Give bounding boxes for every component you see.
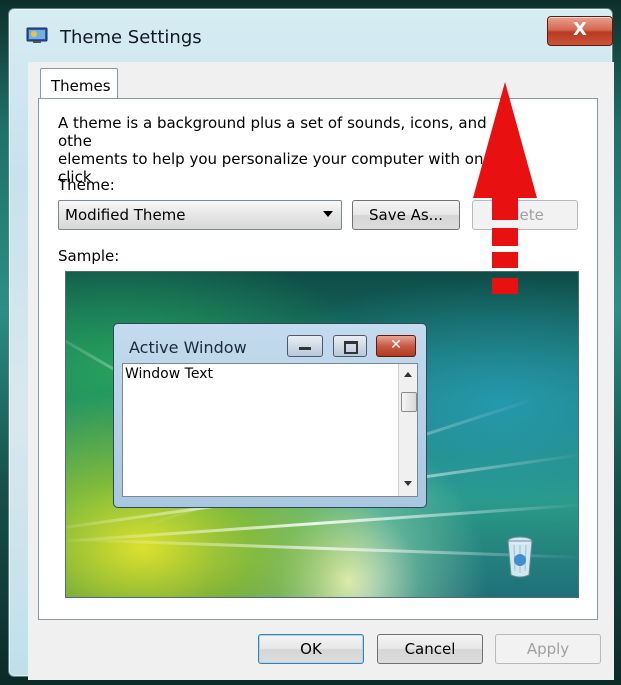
- recycle-bin-icon: [507, 536, 533, 578]
- title-bar[interactable]: Theme Settings X: [0, 0, 621, 52]
- tab-themes-label: Themes: [51, 77, 111, 95]
- annotation-arrow-up-icon: [473, 82, 537, 294]
- window-backdrop: Theme Settings X Themes A theme is a bac…: [0, 0, 621, 685]
- ok-button[interactable]: OK: [258, 634, 364, 664]
- tab-themes[interactable]: Themes: [40, 68, 118, 101]
- description-line-2: elements to help you personalize your co…: [58, 150, 493, 186]
- close-button[interactable]: X: [547, 16, 613, 46]
- theme-dropdown-value: Modified Theme: [65, 206, 186, 224]
- scroll-down-icon: [404, 481, 412, 486]
- maximize-icon: [333, 335, 367, 357]
- window-title: Theme Settings: [60, 27, 202, 48]
- sample-window-client: Window Text: [122, 363, 418, 497]
- wallpaper-streak: [66, 537, 578, 560]
- close-icon: ✕: [376, 335, 416, 357]
- sample-window-text: Window Text: [125, 366, 213, 382]
- description-line-1: A theme is a background plus a set of so…: [58, 114, 487, 150]
- apply-button[interactable]: Apply: [495, 634, 601, 664]
- save-as-button[interactable]: Save As...: [352, 200, 460, 230]
- theme-dropdown[interactable]: Modified Theme: [58, 200, 342, 230]
- minimize-icon: [287, 335, 323, 357]
- chevron-down-icon: [323, 211, 333, 217]
- close-icon: X: [573, 19, 587, 40]
- scrollbar-thumb: [401, 392, 417, 412]
- sample-scrollbar: [398, 364, 417, 496]
- theme-label: Theme:: [58, 176, 115, 194]
- cancel-button[interactable]: Cancel: [377, 634, 483, 664]
- sample-active-window: Active Window ✕ Window Text: [113, 323, 427, 508]
- sample-label: Sample:: [58, 247, 120, 265]
- scroll-up-icon: [404, 372, 412, 377]
- wallpaper-streak: [66, 503, 578, 544]
- themes-description: A theme is a background plus a set of so…: [58, 114, 508, 186]
- sample-active-window-title: Active Window: [129, 338, 247, 357]
- display-settings-icon: [26, 27, 48, 43]
